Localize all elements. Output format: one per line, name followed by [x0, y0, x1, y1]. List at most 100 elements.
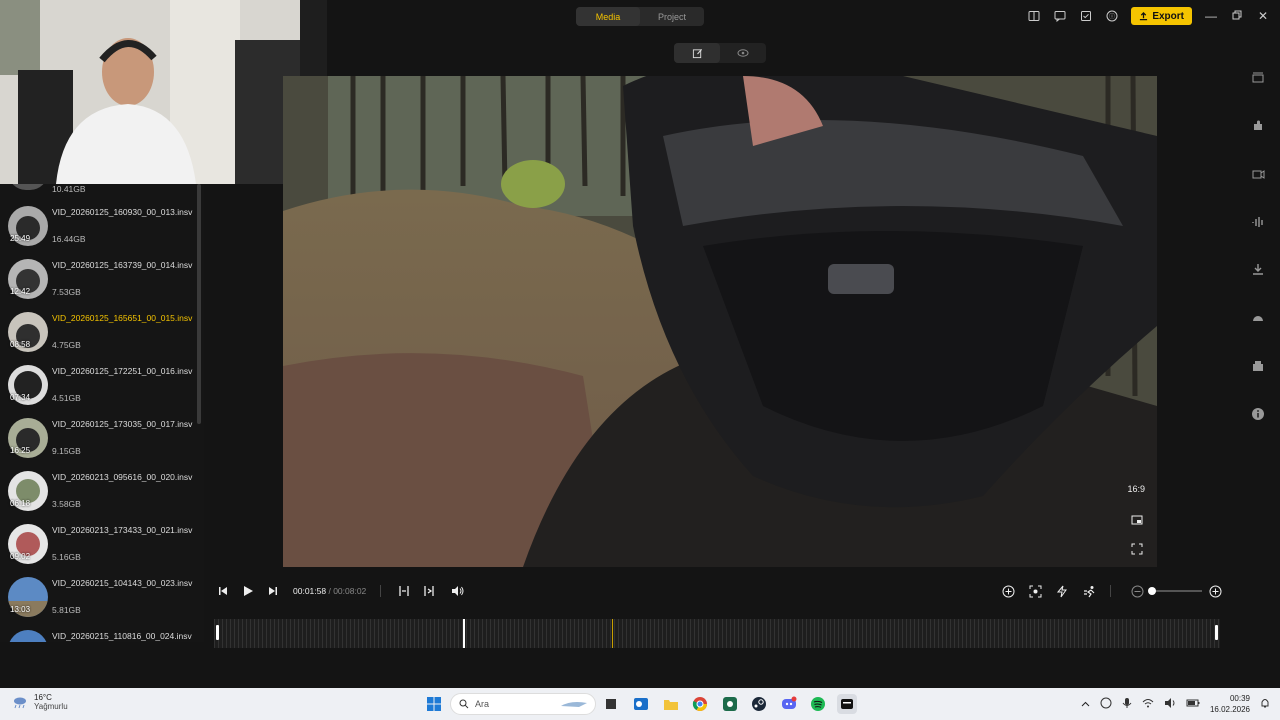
temperature: 16°C — [34, 693, 52, 702]
weather-widget[interactable]: 16°C Yağmurlu — [12, 693, 68, 711]
aspect-ratio-label[interactable]: 16:9 — [1127, 484, 1145, 494]
file-size: 5.81GB — [52, 605, 81, 615]
trim-handle-start[interactable] — [216, 625, 219, 640]
thumb-duration: 07:34 — [10, 393, 31, 402]
trim-handle-end[interactable] — [1215, 625, 1218, 640]
media-item[interactable]: 25:49 VID_20260125_160930_00_013.insv 16… — [0, 206, 196, 259]
zoom-slider-track[interactable] — [1152, 590, 1202, 592]
media-item[interactable]: 06:18 VID_20260213_095616_00_020.insv 3.… — [0, 471, 196, 524]
separator — [380, 585, 381, 597]
toolbox-icon[interactable] — [1250, 358, 1266, 374]
zoom-out-icon[interactable] — [1129, 583, 1145, 599]
video-effects-icon[interactable] — [1250, 166, 1266, 182]
media-scrollbar[interactable] — [197, 184, 201, 424]
tab-media[interactable]: Media — [576, 7, 640, 26]
feedback-icon[interactable] — [1053, 9, 1067, 23]
task-list-icon[interactable] — [1079, 9, 1093, 23]
file-name: VID_20260215_104143_00_023.insv — [52, 578, 193, 588]
file-name: VID_20260213_095616_00_020.insv — [52, 472, 193, 482]
taskbar: 16°C Yağmurlu Ara 00:39 16.02.2026 — [0, 688, 1280, 720]
zoom-slider-knob[interactable] — [1148, 587, 1156, 595]
download-icon[interactable] — [1250, 262, 1266, 278]
media-list: 10.41GB 25:49 VID_20260125_160930_00_013… — [0, 184, 204, 642]
file-name: VID_20260125_165651_00_015.insv — [52, 313, 193, 323]
discord-icon[interactable] — [779, 694, 799, 714]
search-icon — [459, 699, 469, 709]
media-item[interactable]: 07:34 VID_20260125_172251_00_016.insv 4.… — [0, 365, 196, 418]
playhead[interactable] — [463, 619, 465, 648]
file-size: 5.16GB — [52, 552, 81, 562]
previous-icon[interactable] — [215, 583, 231, 599]
notification-bell-icon[interactable] — [1260, 697, 1270, 711]
game-app-icon[interactable] — [720, 694, 740, 714]
speaker-icon[interactable] — [1164, 697, 1176, 711]
account-icon[interactable]: ⓘ — [1105, 9, 1119, 23]
playback-controls: 00:01:58 / 00:08:02 — [210, 580, 1230, 602]
media-item-selected[interactable]: 08:58 VID_20260125_165651_00_015.insv 4.… — [0, 312, 196, 365]
weather-condition: Yağmurlu — [34, 702, 68, 711]
thumb-duration: 13:03 — [10, 605, 31, 614]
microphone-icon[interactable] — [1122, 697, 1132, 711]
network-icon[interactable] — [1100, 697, 1112, 711]
close-button[interactable]: ✕ — [1256, 9, 1270, 23]
timeline[interactable] — [214, 619, 1220, 648]
next-icon[interactable] — [265, 583, 281, 599]
export-label: Export — [1152, 10, 1184, 22]
svg-text:ⓘ: ⓘ — [1109, 12, 1115, 20]
speed-gauge-icon[interactable] — [1250, 310, 1266, 326]
ai-tracking-icon[interactable] — [1027, 583, 1043, 599]
steam-icon[interactable] — [749, 694, 769, 714]
audio-icon[interactable] — [1250, 214, 1266, 230]
plugin-icon[interactable] — [1250, 118, 1266, 134]
pip-icon[interactable] — [1131, 513, 1143, 525]
taskbar-search[interactable]: Ara — [450, 693, 596, 715]
chevron-up-icon[interactable] — [1081, 700, 1090, 709]
file-explorer-icon[interactable] — [661, 694, 681, 714]
mode-switch: Media Project — [576, 7, 704, 26]
trim-end-icon[interactable] — [421, 583, 437, 599]
trim-start-icon[interactable] — [396, 583, 412, 599]
time-display: 00:01:58 / 00:08:02 — [293, 586, 366, 596]
file-size: 4.51GB — [52, 393, 81, 403]
media-item[interactable]: 12:42 VID_20260125_163739_00_014.insv 7.… — [0, 259, 196, 312]
play-button[interactable] — [240, 583, 256, 599]
media-item[interactable]: 09:02 VID_20260213_173433_00_021.insv 5.… — [0, 524, 196, 577]
volume-icon[interactable] — [449, 583, 465, 599]
task-view-icon[interactable] — [601, 694, 621, 714]
export-button[interactable]: Export — [1131, 7, 1192, 25]
upload-icon — [1140, 11, 1148, 20]
current-time: 00:01:58 — [293, 586, 327, 596]
tab-project[interactable]: Project — [640, 7, 704, 26]
media-item[interactable]: VID_20260215_110816_00_024.insv — [0, 630, 196, 642]
chrome-icon[interactable] — [690, 694, 710, 714]
zoom-in-icon[interactable] — [1207, 583, 1223, 599]
windows-start-icon[interactable] — [424, 694, 444, 714]
file-size: 16.44GB — [52, 234, 86, 244]
media-item[interactable]: 13:03 VID_20260215_104143_00_023.insv 5.… — [0, 577, 196, 630]
wifi-icon[interactable] — [1142, 698, 1154, 710]
preview-mode-tabs — [674, 43, 766, 63]
minimize-button[interactable]: — — [1204, 9, 1218, 23]
file-name: VID_20260125_172251_00_016.insv — [52, 366, 193, 376]
fullscreen-icon[interactable] — [1131, 542, 1143, 555]
media-item[interactable]: 16:25 VID_20260125_173035_00_017.insv 9.… — [0, 418, 196, 471]
clock[interactable]: 00:39 16.02.2026 — [1210, 693, 1250, 715]
file-name: VID_20260125_173035_00_017.insv — [52, 419, 193, 429]
panel-layout-icon[interactable] — [1027, 9, 1041, 23]
video-preview[interactable]: 16:9 — [283, 76, 1157, 567]
spotify-icon[interactable] — [808, 694, 828, 714]
search-placeholder: Ara — [475, 699, 490, 709]
insta360-studio-icon[interactable] — [837, 694, 857, 714]
add-keyframe-icon[interactable] — [1000, 583, 1016, 599]
restore-button[interactable] — [1230, 9, 1244, 23]
motion-icon[interactable] — [1081, 583, 1097, 599]
preview-mode-tab[interactable] — [720, 43, 766, 63]
thumb-duration: 06:18 — [10, 499, 31, 508]
info-icon[interactable] — [1250, 406, 1266, 422]
outlook-icon[interactable] — [631, 694, 651, 714]
flash-icon[interactable] — [1054, 583, 1070, 599]
reframe-icon[interactable] — [1250, 70, 1266, 86]
edit-mode-tab[interactable] — [674, 43, 720, 63]
right-tool-rail — [1246, 70, 1270, 422]
battery-icon[interactable] — [1186, 698, 1200, 710]
